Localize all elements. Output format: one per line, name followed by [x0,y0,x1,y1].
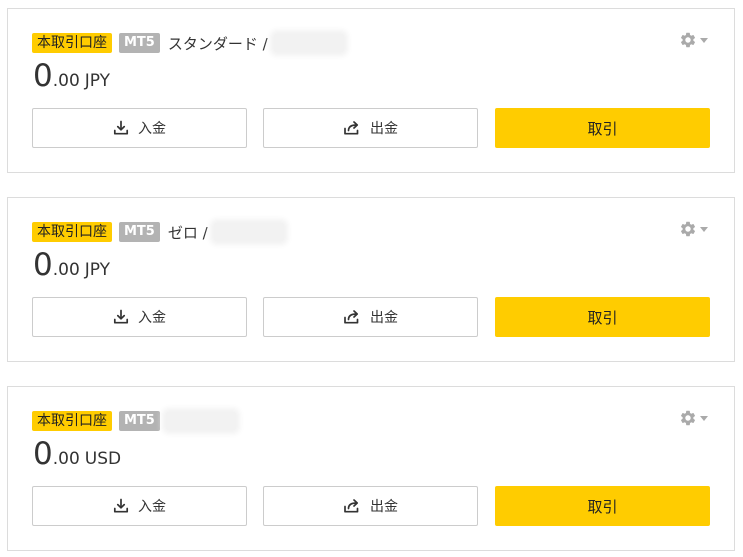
trade-button[interactable]: 取引 [495,297,710,337]
account-card: 本取引口座 MT5 0.00 USD 入金 出金 取引 [7,386,735,551]
account-balance: 0.00 JPY [33,247,110,283]
platform-badge: MT5 [119,33,160,53]
gear-icon [679,220,697,238]
account-type-label: スタンダード / [167,34,268,53]
withdraw-button[interactable]: 出金 [263,108,478,148]
download-icon [113,498,138,514]
balance-integer: 0 [33,247,53,283]
settings-menu-button[interactable] [679,31,708,49]
withdraw-label: 出金 [370,499,398,515]
account-list: 本取引口座 MT5 スタンダード / 0.00 JPY 入金 出金 取引 本取引… [0,0,743,557]
settings-menu-button[interactable] [679,409,708,427]
balance-decimal: .00 [52,449,80,469]
deposit-label: 入金 [138,121,166,137]
gear-icon [679,409,697,427]
balance-currency: JPY [84,260,111,280]
account-number-redacted [213,223,284,241]
withdraw-label: 出金 [370,310,398,326]
balance-decimal: .00 [52,260,80,280]
real-account-badge: 本取引口座 [32,222,112,242]
deposit-button[interactable]: 入金 [32,297,247,337]
real-account-badge: 本取引口座 [32,33,112,53]
download-icon [113,309,138,325]
withdraw-button[interactable]: 出金 [263,297,478,337]
caret-down-icon [700,415,708,421]
real-account-badge: 本取引口座 [32,411,112,431]
withdraw-label: 出金 [370,121,398,137]
account-number-redacted [165,412,236,430]
gear-icon [679,31,697,49]
settings-menu-button[interactable] [679,220,708,238]
withdraw-button[interactable]: 出金 [263,486,478,526]
balance-integer: 0 [33,436,53,472]
deposit-label: 入金 [138,310,166,326]
account-card: 本取引口座 MT5 スタンダード / 0.00 JPY 入金 出金 取引 [7,8,735,173]
account-header: 本取引口座 MT5 [32,410,236,432]
account-header: 本取引口座 MT5 ゼロ / [32,221,284,243]
share-out-icon [343,120,370,136]
balance-integer: 0 [33,58,53,94]
trade-button[interactable]: 取引 [495,486,710,526]
account-number-redacted [273,34,344,52]
account-type-label: ゼロ / [167,223,208,242]
trade-label: 取引 [587,119,618,138]
deposit-button[interactable]: 入金 [32,486,247,526]
share-out-icon [343,498,370,514]
balance-decimal: .00 [52,71,80,91]
trade-label: 取引 [587,308,618,327]
account-card: 本取引口座 MT5 ゼロ / 0.00 JPY 入金 出金 取引 [7,197,735,362]
trade-button[interactable]: 取引 [495,108,710,148]
share-out-icon [343,309,370,325]
trade-label: 取引 [587,497,618,516]
deposit-button[interactable]: 入金 [32,108,247,148]
platform-badge: MT5 [119,411,160,431]
download-icon [113,120,138,136]
caret-down-icon [700,226,708,232]
account-balance: 0.00 USD [33,436,121,472]
account-header: 本取引口座 MT5 スタンダード / [32,32,344,54]
caret-down-icon [700,37,708,43]
deposit-label: 入金 [138,499,166,515]
platform-badge: MT5 [119,222,160,242]
account-balance: 0.00 JPY [33,58,110,94]
balance-currency: JPY [84,71,111,91]
balance-currency: USD [84,449,122,469]
